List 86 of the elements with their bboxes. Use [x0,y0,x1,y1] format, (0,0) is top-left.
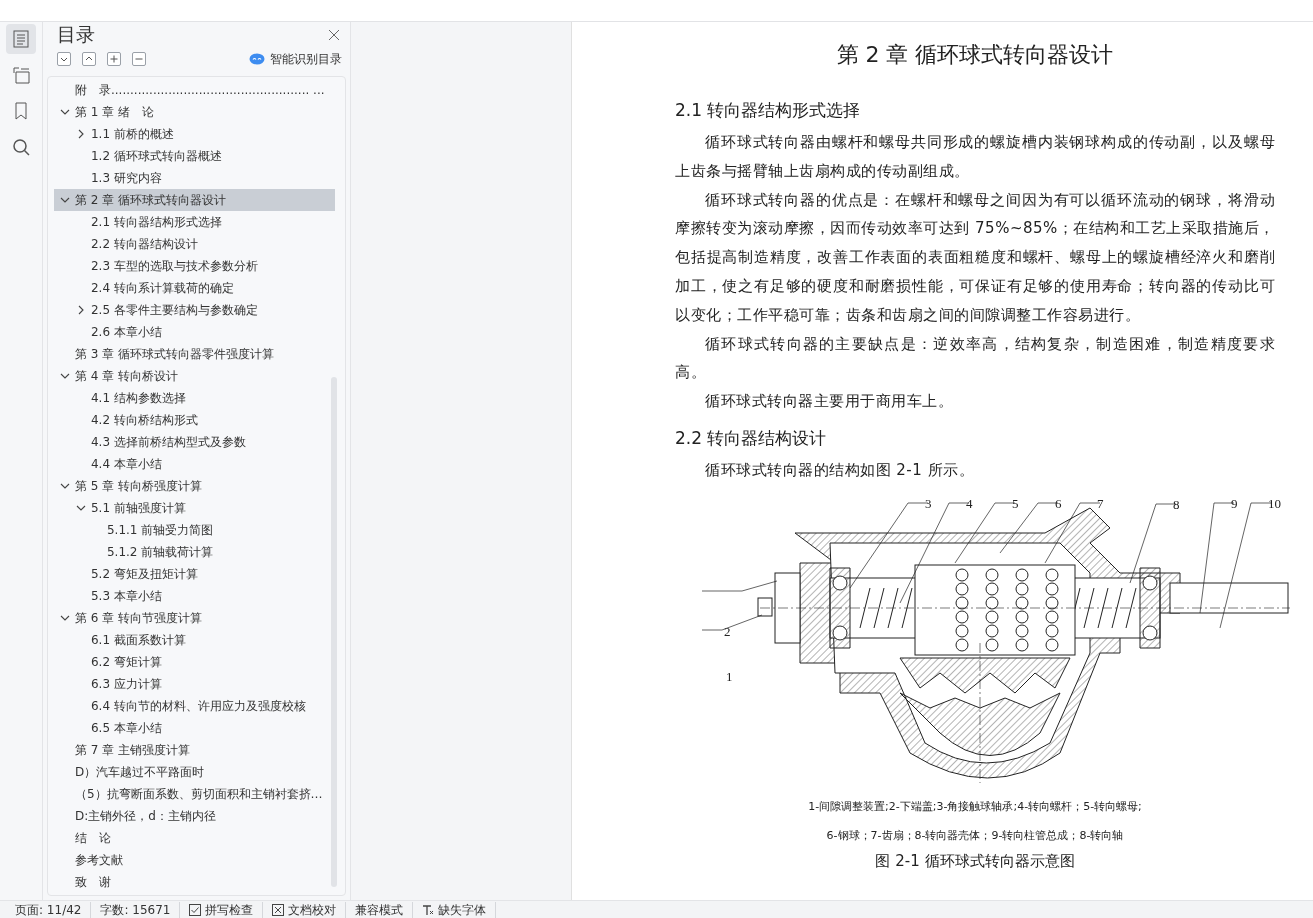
toc-item[interactable]: 第 2 章 循环球式转向器设计 [53,189,335,211]
toc-item[interactable]: 2.4 转向系计算载荷的确定 [53,277,335,299]
toc-item[interactable]: 5.1 前轴强度计算 [53,497,335,519]
body-paragraph: 循环球式转向器的优点是：在螺杆和螺母之间因为有可以循环流动的钢球，将滑动摩擦转变为滚动摩擦，因而传动效率可达到 75%~85%；在结构和工艺上采取措施后，包括提高制造精度，改善工作表面的表面粗糙度和螺杆、螺母上的螺旋槽经淬火和磨削加工，使之有足够的硬度和耐磨损性能，可保证有足够的使用寿命；转向器的传动比可以变化；工作平稳可靠；齿条和齿扇之间的间隙调整工作容易进行。 [675,189,1275,326]
outline-icon [11,66,30,84]
toc-item[interactable]: 第 6 章 转向节强度计算 [53,607,335,629]
toc-item[interactable]: 1.3 研究内容 [53,167,335,189]
toc-item[interactable]: 第 4 章 转向桥设计 [53,365,335,387]
chevron-down-icon[interactable] [59,613,70,623]
panel-title: 目录 [56,22,95,47]
toc-item[interactable]: 2.5 各零件主要结构与参数确定 [53,299,335,321]
contents-tab[interactable] [5,24,36,54]
callout-number: 3 [925,495,932,512]
toc-item[interactable]: 结 论 [53,827,335,849]
toc-item[interactable]: 第 5 章 转向桥强度计算 [53,475,335,497]
chevron-down-icon[interactable] [59,371,70,381]
toc-item[interactable]: D）汽车越过不平路面时 [53,761,335,783]
body-paragraph: 循环球式转向器主要用于商用车上。 [704,391,954,413]
chevron-down-icon[interactable] [75,503,86,513]
toc-item[interactable]: 第 1 章 绪 论 [53,101,335,123]
status-text[interactable]: 缺失字体 [438,901,487,918]
font-icon[interactable] [422,904,435,916]
collapse-all-button[interactable] [81,52,96,66]
body-paragraph: 循环球式转向器的主要缺点是：逆效率高，结构复杂，制造困难，制造精度要求高。 [675,333,1275,384]
toc-item[interactable]: D:主销外径，d：主销内径 [53,805,335,827]
checkbox-icon[interactable] [189,904,202,916]
toc-item[interactable]: 6.1 截面系数计算 [53,629,335,651]
callout-number: 5 [1012,495,1019,512]
callout-number: 6 [1055,495,1062,512]
search-icon [11,138,30,156]
toc-item[interactable]: 6.2 弯矩计算 [53,651,335,673]
toc-item[interactable]: 致 谢 [53,871,335,893]
toc-item[interactable]: 4.2 转向桥结构形式 [53,409,335,431]
expand-all-button[interactable] [56,52,71,66]
toc-item[interactable]: 5.2 弯矩及扭矩计算 [53,563,335,585]
chapter-title: 第 2 章 循环球式转向器设计 [835,41,1115,69]
figure-caption: 图 2-1 循环球式转向器示意图 [874,851,1076,871]
toc-item[interactable]: 1.2 循环球式转向器概述 [53,145,335,167]
list-icon [11,30,30,48]
toc-item[interactable]: 6.4 转向节的材料、许用应力及强度校核 [53,695,335,717]
toc-item[interactable]: 参考文献 [53,849,335,871]
callout-number: 7 [1097,495,1104,512]
status-text: 页面: 11/42 [15,901,82,918]
callout-number: 8 [1173,496,1180,513]
body-paragraph: 循环球式转向器的结构如图 2-1 所示。 [704,459,976,481]
chevron-down-icon[interactable] [59,107,70,117]
body-paragraph: 循环球式转向器由螺杆和螺母共同形成的螺旋槽内装钢球构成的传动副，以及螺母上齿条与摇臂轴上齿扇构成的传动副组成。 [675,132,1275,182]
callout-number: 2 [724,623,731,640]
remove-level-button[interactable] [131,52,146,66]
add-level-button[interactable] [106,52,121,66]
figure-legend: 6-钢球；7-齿扇；8-转向器壳体；9-转向柱管总成；8-转向轴 [675,828,1275,843]
smart-toc-button[interactable]: 智能识别目录 [249,50,343,68]
toc-item[interactable]: 2.1 转向器结构形式选择 [53,211,335,233]
status-text: 兼容模式 [355,901,404,918]
toc-item[interactable]: 附 录.................................................... ... [53,79,335,101]
toc-item[interactable]: 2.3 车型的选取与技术参数分析 [53,255,335,277]
callout-number: 1 [726,668,733,685]
callout-number: 4 [966,495,973,512]
chevron-down-icon[interactable] [59,195,70,205]
callout-number: 9 [1231,495,1238,512]
cloud-icon [249,53,266,65]
toc-item[interactable]: 2.2 转向器结构设计 [53,233,335,255]
toc-item[interactable]: 6.5 本章小结 [53,717,335,739]
callout-number: 10 [1268,495,1281,512]
section-heading: 2.1 转向器结构形式选择 [675,99,862,122]
toc-item[interactable]: （5）抗弯断面系数、剪切面积和主销衬套挤… [53,783,335,805]
toc-item[interactable]: 5.1.2 前轴载荷计算 [53,541,335,563]
toc-item[interactable]: 第 3 章 循环球式转向器零件强度计算 [53,343,335,365]
status-text: 字数: 15671 [100,901,171,918]
toc-item[interactable]: 1.1 前桥的概述 [53,123,335,145]
status-text[interactable]: 拼写检查 [205,901,254,918]
toc-item[interactable]: 5.1.1 前轴受力简图 [53,519,335,541]
section-heading: 2.2 转向器结构设计 [675,426,828,450]
status-text[interactable]: 文档校对 [288,901,337,918]
close-icon[interactable] [328,29,341,41]
toc-item[interactable]: 4.3 选择前桥结构型式及参数 [53,431,335,453]
plus-icon [108,54,119,64]
cross-box-icon[interactable] [272,904,285,916]
toc-item[interactable]: 4.1 结构参数选择 [53,387,335,409]
toc-item[interactable]: 5.3 本章小结 [53,585,335,607]
figure-legend: 1-间隙调整装置;2-下端盖;3-角接触球轴承;4-转向螺杆；5-转向螺母; [675,799,1275,814]
toc-item[interactable]: 第 7 章 主销强度计算 [53,739,335,761]
toc-item[interactable]: 4.4 本章小结 [53,453,335,475]
toc-item[interactable]: 2.6 本章小结 [53,321,335,343]
toc-item[interactable]: 6.3 应力计算 [53,673,335,695]
chevron-down-icon[interactable] [59,481,70,491]
